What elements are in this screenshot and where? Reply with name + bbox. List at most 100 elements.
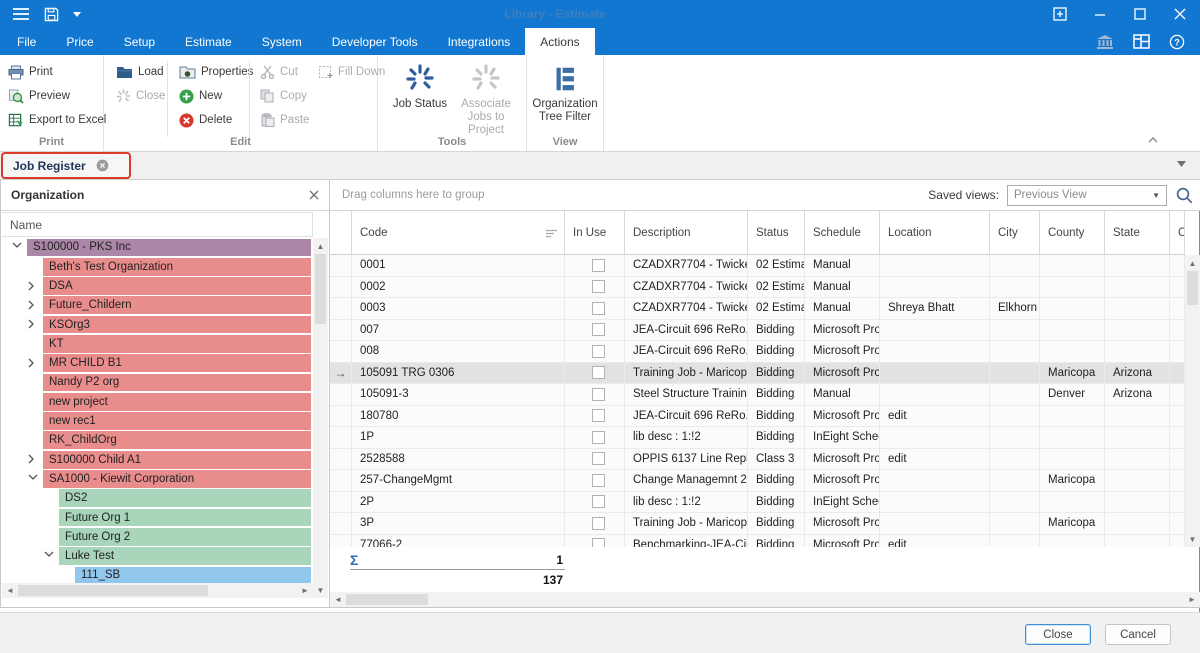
checkbox-icon[interactable] bbox=[592, 366, 605, 379]
chevron-right-icon[interactable] bbox=[28, 300, 38, 310]
tree-vertical-scrollbar[interactable]: ▲▼ bbox=[313, 238, 328, 598]
grid-row-3p[interactable]: 3PTraining Job - Maricop...BiddingMicros… bbox=[330, 513, 1185, 535]
in-use-checkbox[interactable] bbox=[565, 492, 625, 513]
caret-down-icon[interactable] bbox=[1177, 161, 1186, 167]
ribbon-button-export-to-excel[interactable]: Export to Excel bbox=[4, 109, 106, 131]
tree-item-s100000-child-a1[interactable]: S100000 Child A1 bbox=[2, 450, 313, 469]
tree-item-sa1000-kiewit-corporation[interactable]: SA1000 - Kiewit Corporation bbox=[2, 470, 313, 489]
column-header-county[interactable]: County bbox=[1040, 211, 1105, 254]
menu-tab-system[interactable]: System bbox=[247, 28, 317, 55]
checkbox-icon[interactable] bbox=[592, 259, 605, 272]
scroll-left-icon[interactable]: ◄ bbox=[332, 592, 344, 607]
scroll-down-icon[interactable]: ▼ bbox=[1185, 533, 1200, 545]
grid-row-105091-trg-0306[interactable]: →105091 TRG 0306Training Job - Maricop..… bbox=[330, 363, 1185, 385]
tree-item-beth-s-test-organization[interactable]: Beth's Test Organization bbox=[2, 257, 313, 276]
chevron-up-icon[interactable] bbox=[1148, 137, 1158, 143]
tab-job-register[interactable]: Job Register bbox=[3, 159, 119, 173]
in-use-checkbox[interactable] bbox=[565, 535, 625, 548]
chevron-right-icon[interactable] bbox=[28, 281, 38, 291]
in-use-checkbox[interactable] bbox=[565, 341, 625, 362]
column-header-location[interactable]: Location bbox=[880, 211, 990, 254]
column-header-code[interactable]: Code bbox=[352, 211, 565, 254]
checkbox-icon[interactable] bbox=[592, 280, 605, 293]
column-header-schedule[interactable]: Schedule bbox=[805, 211, 880, 254]
ribbon-button-organization-tree-filter[interactable]: Organization Tree Filter bbox=[529, 60, 601, 124]
help-icon[interactable]: ? bbox=[1162, 29, 1192, 55]
in-use-checkbox[interactable] bbox=[565, 427, 625, 448]
grid-row-0003[interactable]: 0003CZADXR7704 - Twicke...02 Estima...Ma… bbox=[330, 298, 1185, 320]
checkbox-icon[interactable] bbox=[592, 388, 605, 401]
in-use-checkbox[interactable] bbox=[565, 449, 625, 470]
column-header-city[interactable]: City bbox=[990, 211, 1040, 254]
tree-item-future-org-1[interactable]: Future Org 1 bbox=[2, 508, 313, 527]
tree-horizontal-scrollbar[interactable]: ◄► bbox=[2, 583, 313, 598]
menu-tab-file[interactable]: File bbox=[2, 28, 51, 55]
menu-tab-developer-tools[interactable]: Developer Tools bbox=[317, 28, 433, 55]
in-use-checkbox[interactable] bbox=[565, 298, 625, 319]
scroll-down-icon[interactable]: ▼ bbox=[313, 584, 328, 596]
menu-tab-actions[interactable]: Actions bbox=[525, 28, 594, 55]
scrollbar-thumb[interactable] bbox=[315, 254, 326, 324]
chevron-down-icon[interactable] bbox=[28, 474, 38, 484]
add-window-icon[interactable] bbox=[1040, 0, 1080, 28]
grid-row-2p[interactable]: 2Plib desc : 1:!2BiddingInEight Sched... bbox=[330, 492, 1185, 514]
ribbon-button-preview[interactable]: Preview bbox=[4, 85, 70, 107]
tree-item-future-org-2[interactable]: Future Org 2 bbox=[2, 527, 313, 546]
save-icon[interactable] bbox=[44, 7, 59, 22]
tree-item-new-project[interactable]: new project bbox=[2, 392, 313, 411]
grid-vertical-scrollbar[interactable]: ▲▼ bbox=[1185, 255, 1200, 547]
chevron-down-icon[interactable] bbox=[12, 242, 22, 252]
in-use-checkbox[interactable] bbox=[565, 320, 625, 341]
minimize-icon[interactable] bbox=[1080, 0, 1120, 28]
chevron-right-icon[interactable] bbox=[28, 319, 38, 329]
checkbox-icon[interactable] bbox=[592, 431, 605, 444]
grid-row-007[interactable]: 007JEA-Circuit 696 ReRo...BiddingMicroso… bbox=[330, 320, 1185, 342]
checkbox-icon[interactable] bbox=[592, 538, 605, 547]
menu-tab-integrations[interactable]: Integrations bbox=[433, 28, 526, 55]
tree-item-dsa[interactable]: DSA bbox=[2, 277, 313, 296]
scrollbar-thumb[interactable] bbox=[18, 585, 208, 596]
tree-item-new-rec1[interactable]: new rec1 bbox=[2, 412, 313, 431]
grid-row-1p[interactable]: 1Plib desc : 1:!2BiddingInEight Sched... bbox=[330, 427, 1185, 449]
grid-row-2528588[interactable]: 2528588OPPIS 6137 Line Repl...Class 3Mic… bbox=[330, 449, 1185, 471]
checkbox-icon[interactable] bbox=[592, 302, 605, 315]
caret-down-icon[interactable] bbox=[73, 12, 81, 17]
tree-item-ksorg3[interactable]: KSOrg3 bbox=[2, 315, 313, 334]
hamburger-icon[interactable] bbox=[12, 7, 30, 21]
scroll-right-icon[interactable]: ► bbox=[1186, 592, 1198, 607]
tree-column-header-name[interactable]: Name bbox=[2, 212, 313, 237]
saved-views-dropdown[interactable]: Previous View ▼ bbox=[1007, 185, 1167, 206]
menu-tab-setup[interactable]: Setup bbox=[109, 28, 170, 55]
scroll-right-icon[interactable]: ► bbox=[299, 583, 311, 598]
column-header-in_use[interactable]: In Use bbox=[565, 211, 625, 254]
tree-item-s100000-pks-inc[interactable]: S100000 - PKS Inc bbox=[2, 238, 313, 257]
grid-row-77066-2[interactable]: 77066-2Benchmarking-JEA-Cir...BiddingMic… bbox=[330, 535, 1185, 548]
tree-item-ds2[interactable]: DS2 bbox=[2, 489, 313, 508]
grid-row-105091-3[interactable]: 105091-3Steel Structure Trainin...Biddin… bbox=[330, 384, 1185, 406]
tab-close-icon[interactable] bbox=[96, 159, 109, 172]
bank-icon[interactable] bbox=[1090, 29, 1120, 55]
in-use-checkbox[interactable] bbox=[565, 363, 625, 384]
column-header-status[interactable]: Status bbox=[748, 211, 805, 254]
checkbox-icon[interactable] bbox=[592, 452, 605, 465]
tree-item-future-childern[interactable]: Future_Childern bbox=[2, 296, 313, 315]
in-use-checkbox[interactable] bbox=[565, 406, 625, 427]
grid-horizontal-scrollbar[interactable]: ◄► bbox=[330, 592, 1200, 607]
chevron-down-icon[interactable] bbox=[44, 551, 54, 561]
checkbox-icon[interactable] bbox=[592, 517, 605, 530]
tree-item-kt[interactable]: KT bbox=[2, 334, 313, 353]
checkbox-icon[interactable] bbox=[592, 495, 605, 508]
grid-row-257-changemgmt[interactable]: 257-ChangeMgmtChange Managemnt 2...Biddi… bbox=[330, 470, 1185, 492]
menu-tab-price[interactable]: Price bbox=[51, 28, 108, 55]
in-use-checkbox[interactable] bbox=[565, 513, 625, 534]
scroll-left-icon[interactable]: ◄ bbox=[4, 583, 16, 598]
scroll-up-icon[interactable]: ▲ bbox=[313, 240, 328, 252]
checkbox-icon[interactable] bbox=[592, 409, 605, 422]
scrollbar-thumb[interactable] bbox=[346, 594, 428, 605]
chevron-right-icon[interactable] bbox=[28, 454, 38, 464]
ribbon-button-print[interactable]: Print bbox=[4, 61, 53, 83]
ribbon-button-properties[interactable]: Properties bbox=[175, 61, 253, 83]
in-use-checkbox[interactable] bbox=[565, 384, 625, 405]
in-use-checkbox[interactable] bbox=[565, 277, 625, 298]
ribbon-button-delete[interactable]: Delete bbox=[175, 109, 232, 131]
